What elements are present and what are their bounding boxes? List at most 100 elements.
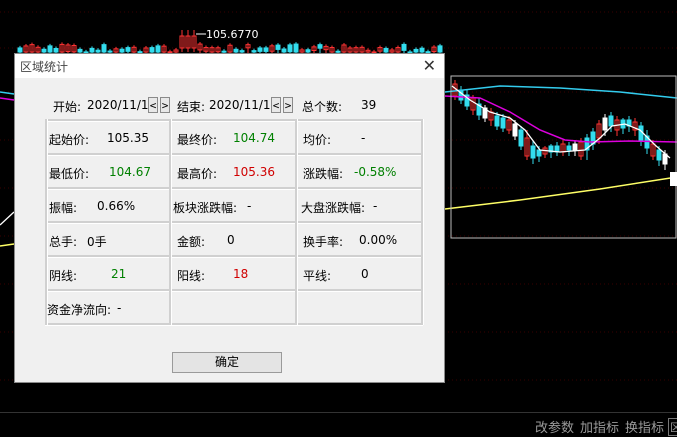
ok-button[interactable]: 确定 <box>172 352 282 373</box>
stat-label: 最低价: <box>49 167 90 181</box>
region-stats-dialog: 区域统计 ✕ 开始: 2020/11/12 < > 结束: 2020/11/13… <box>14 53 445 383</box>
high-price-marker: 105.6770 <box>196 28 259 41</box>
candle-body <box>77 48 83 53</box>
stat-amount: 金额: 0 <box>171 221 295 255</box>
candle-body <box>47 45 53 53</box>
stat-label: 阳线: <box>177 269 206 283</box>
stat-value: 0.66% <box>97 199 136 213</box>
stat-value: 0 <box>227 233 235 247</box>
left-white-ma-line <box>0 211 15 226</box>
region-edge-button[interactable]: 区 <box>668 418 677 436</box>
candle-body <box>89 47 95 53</box>
stat-label: 振幅: <box>49 201 78 215</box>
indicator-toolbar: 改参数 加指标 换指标 区 <box>0 412 677 437</box>
dialog-title: 区域统计 <box>20 60 69 74</box>
candle-body <box>119 48 125 53</box>
candle-body <box>494 115 500 127</box>
start-date-value: 2020/11/12 <box>87 98 157 112</box>
stat-label: 平线: <box>303 269 332 283</box>
stat-value: 0.00% <box>359 233 398 247</box>
close-icon[interactable]: ✕ <box>423 56 436 75</box>
candle-body <box>383 47 389 53</box>
stat-value: 0 <box>361 267 369 281</box>
stat-value: - <box>117 301 122 315</box>
stat-value: -0.58% <box>354 165 397 179</box>
stat-value: 105.35 <box>107 131 149 145</box>
stat-value: - <box>373 199 378 213</box>
candle-body <box>419 47 425 53</box>
stat-change: 涨跌幅: -0.58% <box>297 153 421 187</box>
dialog-title-bar[interactable]: 区域统计 ✕ <box>15 54 444 78</box>
stat-value: - <box>247 199 252 213</box>
stat-volume: 总手: 0手 <box>45 221 169 255</box>
stat-value: 0手 <box>87 235 107 249</box>
right-edge-marker <box>670 172 677 186</box>
candle-body <box>53 47 59 53</box>
stat-value: 18 <box>233 267 249 281</box>
candle-body <box>41 48 47 53</box>
candle-body <box>437 45 443 53</box>
candle-body <box>239 50 245 53</box>
end-next-button[interactable]: > <box>283 97 293 113</box>
candle-body <box>656 149 662 161</box>
stat-market-change: 大盘涨跌幅: - <box>297 187 421 221</box>
stat-net-flow: 资金净流向: - <box>45 289 169 323</box>
stat-value: 104.74 <box>233 131 275 145</box>
count-label: 总个数: <box>302 100 343 114</box>
stat-down-candles: 阴线: 21 <box>45 255 169 289</box>
candle-body <box>155 45 161 53</box>
candle-body <box>287 44 293 53</box>
candle-body <box>125 47 131 52</box>
candle-body <box>263 47 269 52</box>
stat-label: 最高价: <box>177 167 218 181</box>
end-label: 结束: <box>177 100 206 114</box>
candle-body <box>149 47 155 53</box>
candle-body <box>530 145 536 159</box>
start-prev-button[interactable]: < <box>148 97 158 113</box>
start-label: 开始: <box>53 100 82 114</box>
stat-open: 起始价: 105.35 <box>45 119 169 153</box>
candle-body <box>233 48 239 53</box>
candle-body <box>281 48 287 53</box>
candle-body <box>95 49 101 53</box>
candle-body <box>305 49 311 53</box>
end-prev-button[interactable]: < <box>271 97 281 113</box>
stat-label: 金额: <box>177 235 206 249</box>
left-cyan-ma-line <box>0 91 15 95</box>
yellow-ma-line <box>444 176 677 210</box>
stat-close: 最终价: 104.74 <box>171 119 295 153</box>
stat-value: 105.36 <box>233 165 275 179</box>
left-magenta-ma-line <box>0 97 15 101</box>
start-next-button[interactable]: > <box>160 97 170 113</box>
candle-body <box>293 43 299 53</box>
stat-average: 均价: - <box>297 119 421 153</box>
stat-label: 板块涨跌幅: <box>173 201 238 215</box>
candle-body <box>251 50 257 53</box>
candle-body <box>401 43 407 51</box>
stat-turnover: 换手率: 0.00% <box>297 221 421 255</box>
change-params-button[interactable]: 改参数 <box>535 417 574 436</box>
stats-grid: 起始价: 105.35 最终价: 104.74 均价: - 最低价: 104.6… <box>45 119 424 326</box>
stat-label: 总手: <box>49 235 78 249</box>
stat-low: 最低价: 104.67 <box>45 153 169 187</box>
stat-label: 资金净流向: <box>47 303 112 317</box>
stat-label: 阴线: <box>49 269 78 283</box>
add-indicator-button[interactable]: 加指标 <box>580 417 619 436</box>
stat-flat-candles: 平线: 0 <box>297 255 421 289</box>
stat-label: 换手率: <box>303 235 344 249</box>
stat-label: 均价: <box>303 133 332 147</box>
grid-line <box>45 323 423 326</box>
stat-value: 21 <box>111 267 127 281</box>
candle-body <box>500 117 506 129</box>
candle-body <box>17 47 23 53</box>
candle-body <box>101 44 107 53</box>
stat-label: 涨跌幅: <box>303 167 344 181</box>
candle-body <box>518 129 524 147</box>
candle-body <box>257 47 263 52</box>
candle-body <box>317 44 323 49</box>
switch-indicator-button[interactable]: 换指标 <box>625 417 664 436</box>
candle-body <box>572 143 578 151</box>
candle-body <box>602 117 608 131</box>
candle-body <box>413 48 419 53</box>
stat-sector-change: 板块涨跌幅: - <box>171 187 295 221</box>
